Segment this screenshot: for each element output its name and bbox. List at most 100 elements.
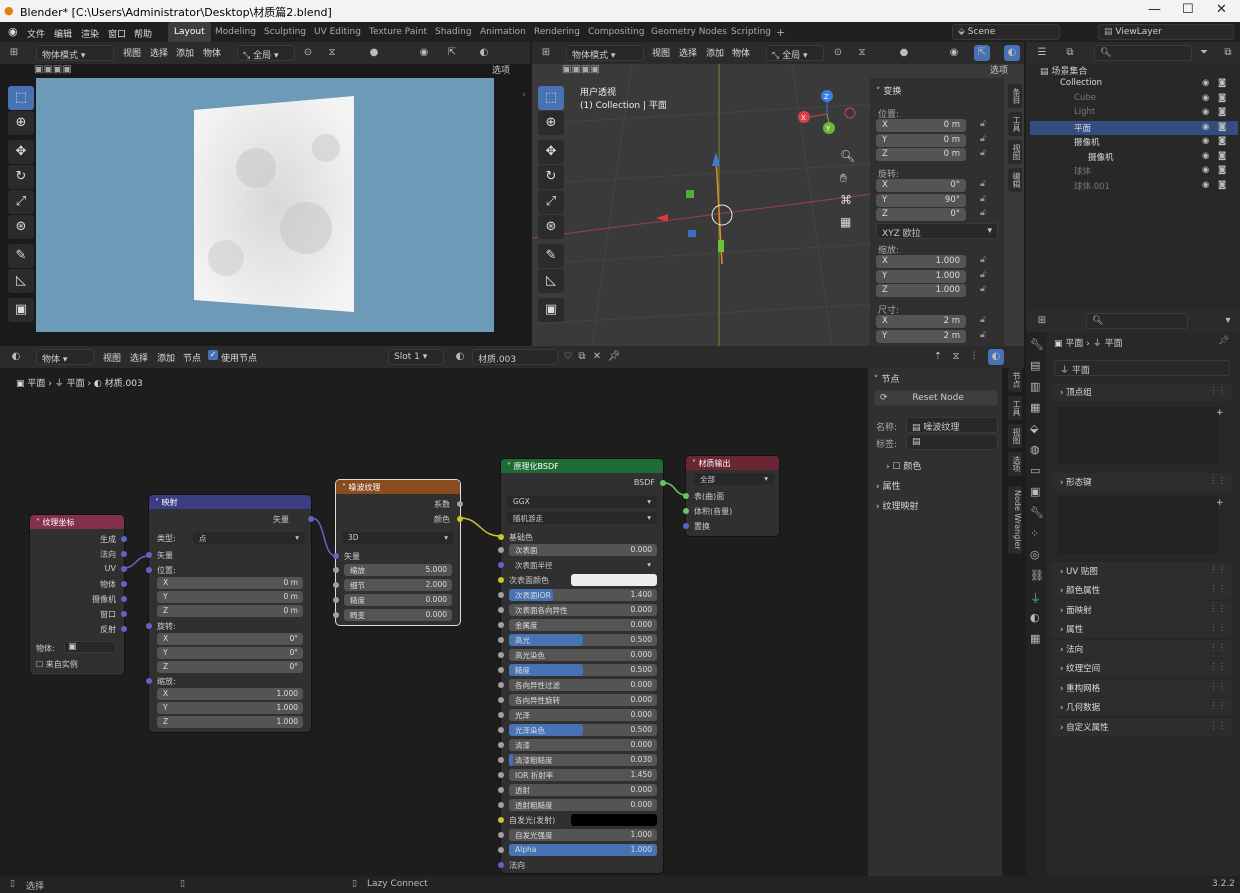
node-principled-bsdf[interactable]: ˅ 原理化BSDF BSDF GGX ▾ 随机游走 ▾ 基础色 法向 次表面 0.00… [498, 459, 666, 873]
socket-in[interactable] [498, 682, 504, 688]
scale-z-field[interactable]: Z 1.000 [876, 284, 966, 297]
camera-icon[interactable]: ◙ [1218, 151, 1226, 161]
props-section[interactable]: › 面映射 ⋮⋮ [1052, 601, 1232, 619]
mapping-loc-field[interactable]: X0 m [157, 577, 303, 589]
duplicate-material-icon[interactable]: ⧉ [574, 349, 590, 365]
mapping-scale-field[interactable]: Y 1.000 [157, 702, 303, 714]
props-section[interactable]: › 重构网格 ⋮⋮ [1052, 679, 1232, 697]
snap-icon[interactable]: ⧖ [854, 45, 870, 61]
node-tab-tool[interactable]: 工具 [1008, 396, 1022, 420]
bsdf-field[interactable]: 自发光强度 1.000 [509, 829, 657, 841]
maximize-icon[interactable]: ☐ [1182, 2, 1194, 17]
socket-in[interactable] [498, 787, 504, 793]
menu-window[interactable]: 窗口 [108, 27, 126, 40]
lock-icon[interactable]: 🔓︎ [980, 119, 986, 129]
node-header[interactable]: ˅ 原理化BSDF [501, 459, 663, 473]
zoom-icon[interactable]: 🔍︎ [840, 149, 855, 163]
props-section[interactable]: › 颜色属性 ⋮⋮ [1052, 581, 1232, 599]
camera-icon[interactable]: ◙ [1218, 122, 1226, 132]
right-viewport[interactable]: 用户透视 (1) Collection | 平面 ▣▣▣▣ 选项 ⬚ ⊕ ✥ ↻… [532, 64, 1024, 346]
mapping-scale-field[interactable]: X 1.000 [157, 688, 303, 700]
select-mode-buttons[interactable]: ▣▣▣▣ [34, 64, 234, 76]
socket-in[interactable] [498, 832, 504, 838]
use-nodes-checkbox[interactable]: ✓ [208, 350, 218, 360]
pan-hand-icon[interactable]: ✋︎ [840, 171, 847, 186]
bsdf-field[interactable]: Alpha 1.000 [509, 844, 657, 856]
camera-icon[interactable]: ◙ [1218, 180, 1226, 190]
reset-node-button[interactable]: ⟳ Reset Node [874, 390, 998, 406]
instancer-checkbox[interactable]: ☐ 来自实例 [36, 659, 78, 670]
outliner-item[interactable]: 摄像机 ◉ ◙ [1030, 135, 1238, 149]
data-icon[interactable]: ⏚ [1030, 590, 1041, 606]
scale-tool[interactable]: ⤢ [538, 190, 564, 214]
lock-icon[interactable]: 🔓︎ [980, 179, 986, 189]
menu-view[interactable]: 视图 [103, 351, 121, 364]
loc-z-field[interactable]: Z0 m [876, 148, 966, 161]
socket-in[interactable] [498, 712, 504, 718]
socket-in[interactable] [498, 652, 504, 658]
measure-tool[interactable]: ◺ [538, 269, 564, 293]
props-section[interactable]: › 形态键 ⋮⋮ [1052, 473, 1232, 491]
cursor-tool[interactable]: ⊕ [8, 111, 34, 135]
material-name-field[interactable]: 材质.003 [472, 349, 558, 365]
bsdf-field[interactable]: 糙度 0.500 [509, 664, 657, 676]
outliner-item[interactable]: 摄像机 ◉ ◙ [1030, 150, 1238, 164]
socket-out[interactable] [457, 501, 463, 507]
add-cube-tool[interactable]: ▣ [538, 298, 564, 322]
visibility-icon[interactable]: ◉ [946, 45, 962, 61]
lock-icon[interactable]: 🔓︎ [980, 194, 986, 204]
socket-in[interactable] [498, 817, 504, 823]
pin-dropdown-icon[interactable]: ▾ [1220, 313, 1236, 329]
mapping-rot-field[interactable]: Z 0° [157, 661, 303, 673]
material-browse-icon[interactable]: ◐ [452, 349, 468, 365]
menu-add[interactable]: 添加 [706, 46, 724, 59]
sidebar-toggle-icon[interactable]: ‹ [522, 90, 526, 100]
node-header[interactable]: ˅ 映射 [149, 495, 311, 509]
add-vertex-group-icon[interactable]: + [1216, 408, 1224, 418]
lock-icon[interactable]: 🔓︎ [980, 330, 986, 340]
node-material-output[interactable]: ˅ 材质输出 全部 ▾ 表(曲)面 体积(音量) 置换 [683, 456, 779, 536]
dim-y-field[interactable]: Y2 m [876, 329, 966, 343]
outliner-search[interactable]: 🔍︎ [1094, 45, 1192, 61]
eye-icon[interactable]: ◉ [1202, 93, 1209, 103]
camera-icon[interactable]: ◙ [1218, 93, 1226, 103]
noise-field[interactable]: 畸变 0.000 [344, 609, 452, 621]
options-button[interactable]: 选项 [492, 63, 510, 76]
color-swatch[interactable] [571, 574, 657, 586]
bsdf-field[interactable]: 透射 0.000 [509, 784, 657, 796]
bsdf-field[interactable]: 各向异性旋转 0.000 [509, 694, 657, 706]
navigation-gizmo[interactable]: Z X Y [794, 86, 864, 146]
ws-compositing[interactable]: Compositing [582, 22, 650, 42]
properties-search[interactable]: 🔍︎ [1086, 313, 1188, 329]
mapping-type-dropdown[interactable]: 点 ▾ [193, 532, 305, 544]
gizmo-icon[interactable]: ⇱ [974, 45, 990, 61]
socket-out[interactable] [121, 596, 127, 602]
overlay-icon[interactable]: ◐ [1004, 45, 1020, 61]
measure-tool[interactable]: ◺ [8, 269, 34, 293]
socket-out[interactable] [121, 536, 127, 542]
editor-type-icon[interactable]: ⊞ [538, 45, 554, 61]
menu-object[interactable]: 物体 [203, 46, 221, 59]
socket-out[interactable] [121, 566, 127, 572]
bsdf-radius[interactable]: 次表面半径 ▾ [509, 559, 657, 571]
color-toggle[interactable]: › ☐ 颜色 [886, 459, 921, 472]
lock-icon[interactable]: 🔓︎ [980, 134, 986, 144]
scene-icon[interactable]: ⬙ [1030, 422, 1038, 435]
bsdf-field[interactable]: 高光染色 0.000 [509, 649, 657, 661]
snap-icon[interactable]: ⧖ [324, 45, 340, 61]
cursor-tool[interactable]: ⊕ [538, 111, 564, 135]
socket-in[interactable] [498, 847, 504, 853]
bsdf-field[interactable]: 光泽 0.000 [509, 709, 657, 721]
select-box-tool[interactable]: ⬚ [8, 86, 34, 110]
scale-tool[interactable]: ⤢ [8, 190, 34, 214]
transform-orientation[interactable]: ⤡ 全局 ▾ [237, 45, 295, 61]
visibility-icon[interactable]: ◉ [416, 45, 432, 61]
props-section[interactable]: › 属性 ⋮⋮ [1052, 620, 1232, 638]
menu-select[interactable]: 选择 [130, 351, 148, 364]
constraint-icon[interactable]: ⛓︎ [1030, 569, 1044, 582]
socket-out[interactable] [121, 611, 127, 617]
menu-add[interactable]: 添加 [157, 351, 175, 364]
lock-icon[interactable]: 🔓︎ [980, 208, 986, 218]
left-viewport[interactable]: ▣▣▣▣ 选项 ⬚ ⊕ ✥ ↻ ⤢ ⊛ ✎ ◺ ▣ ‹ [0, 64, 530, 346]
bsdf-field[interactable]: 光泽染色 0.500 [509, 724, 657, 736]
